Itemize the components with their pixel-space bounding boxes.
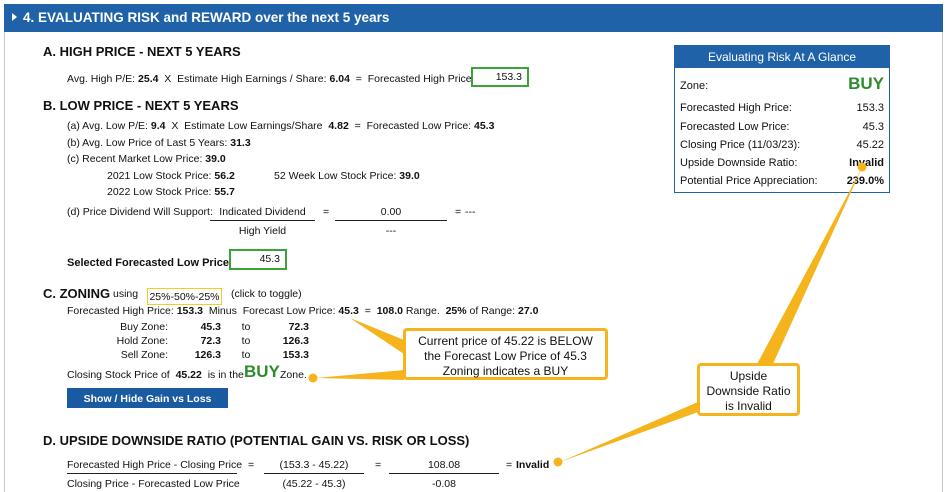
callout-line: Downside Ratio [706,384,791,398]
callout-line: is Invalid [725,399,772,413]
ratio-callout: Upside Downside Ratio is Invalid [697,363,800,416]
callout-arrows [308,162,867,467]
ratio-callout-pointer-2 [560,402,698,462]
ratio-callout-dot [857,162,867,172]
ratio-callout-dot-2 [553,457,563,467]
zoning-callout-pointer [350,318,404,354]
zoning-callout-pointer-2 [316,370,404,380]
zoning-callout: Current price of 45.22 is BELOW the Fore… [403,328,608,380]
callout-line: Zoning indicates a BUY [442,364,569,378]
ratio-callout-pointer [756,168,862,366]
callout-line: the Forecast Low Price of 45.3 [424,349,587,363]
callout-line: Current price of 45.22 is BELOW [418,334,593,348]
zoning-callout-dot [308,373,318,383]
callout-line: Upside [729,369,768,383]
